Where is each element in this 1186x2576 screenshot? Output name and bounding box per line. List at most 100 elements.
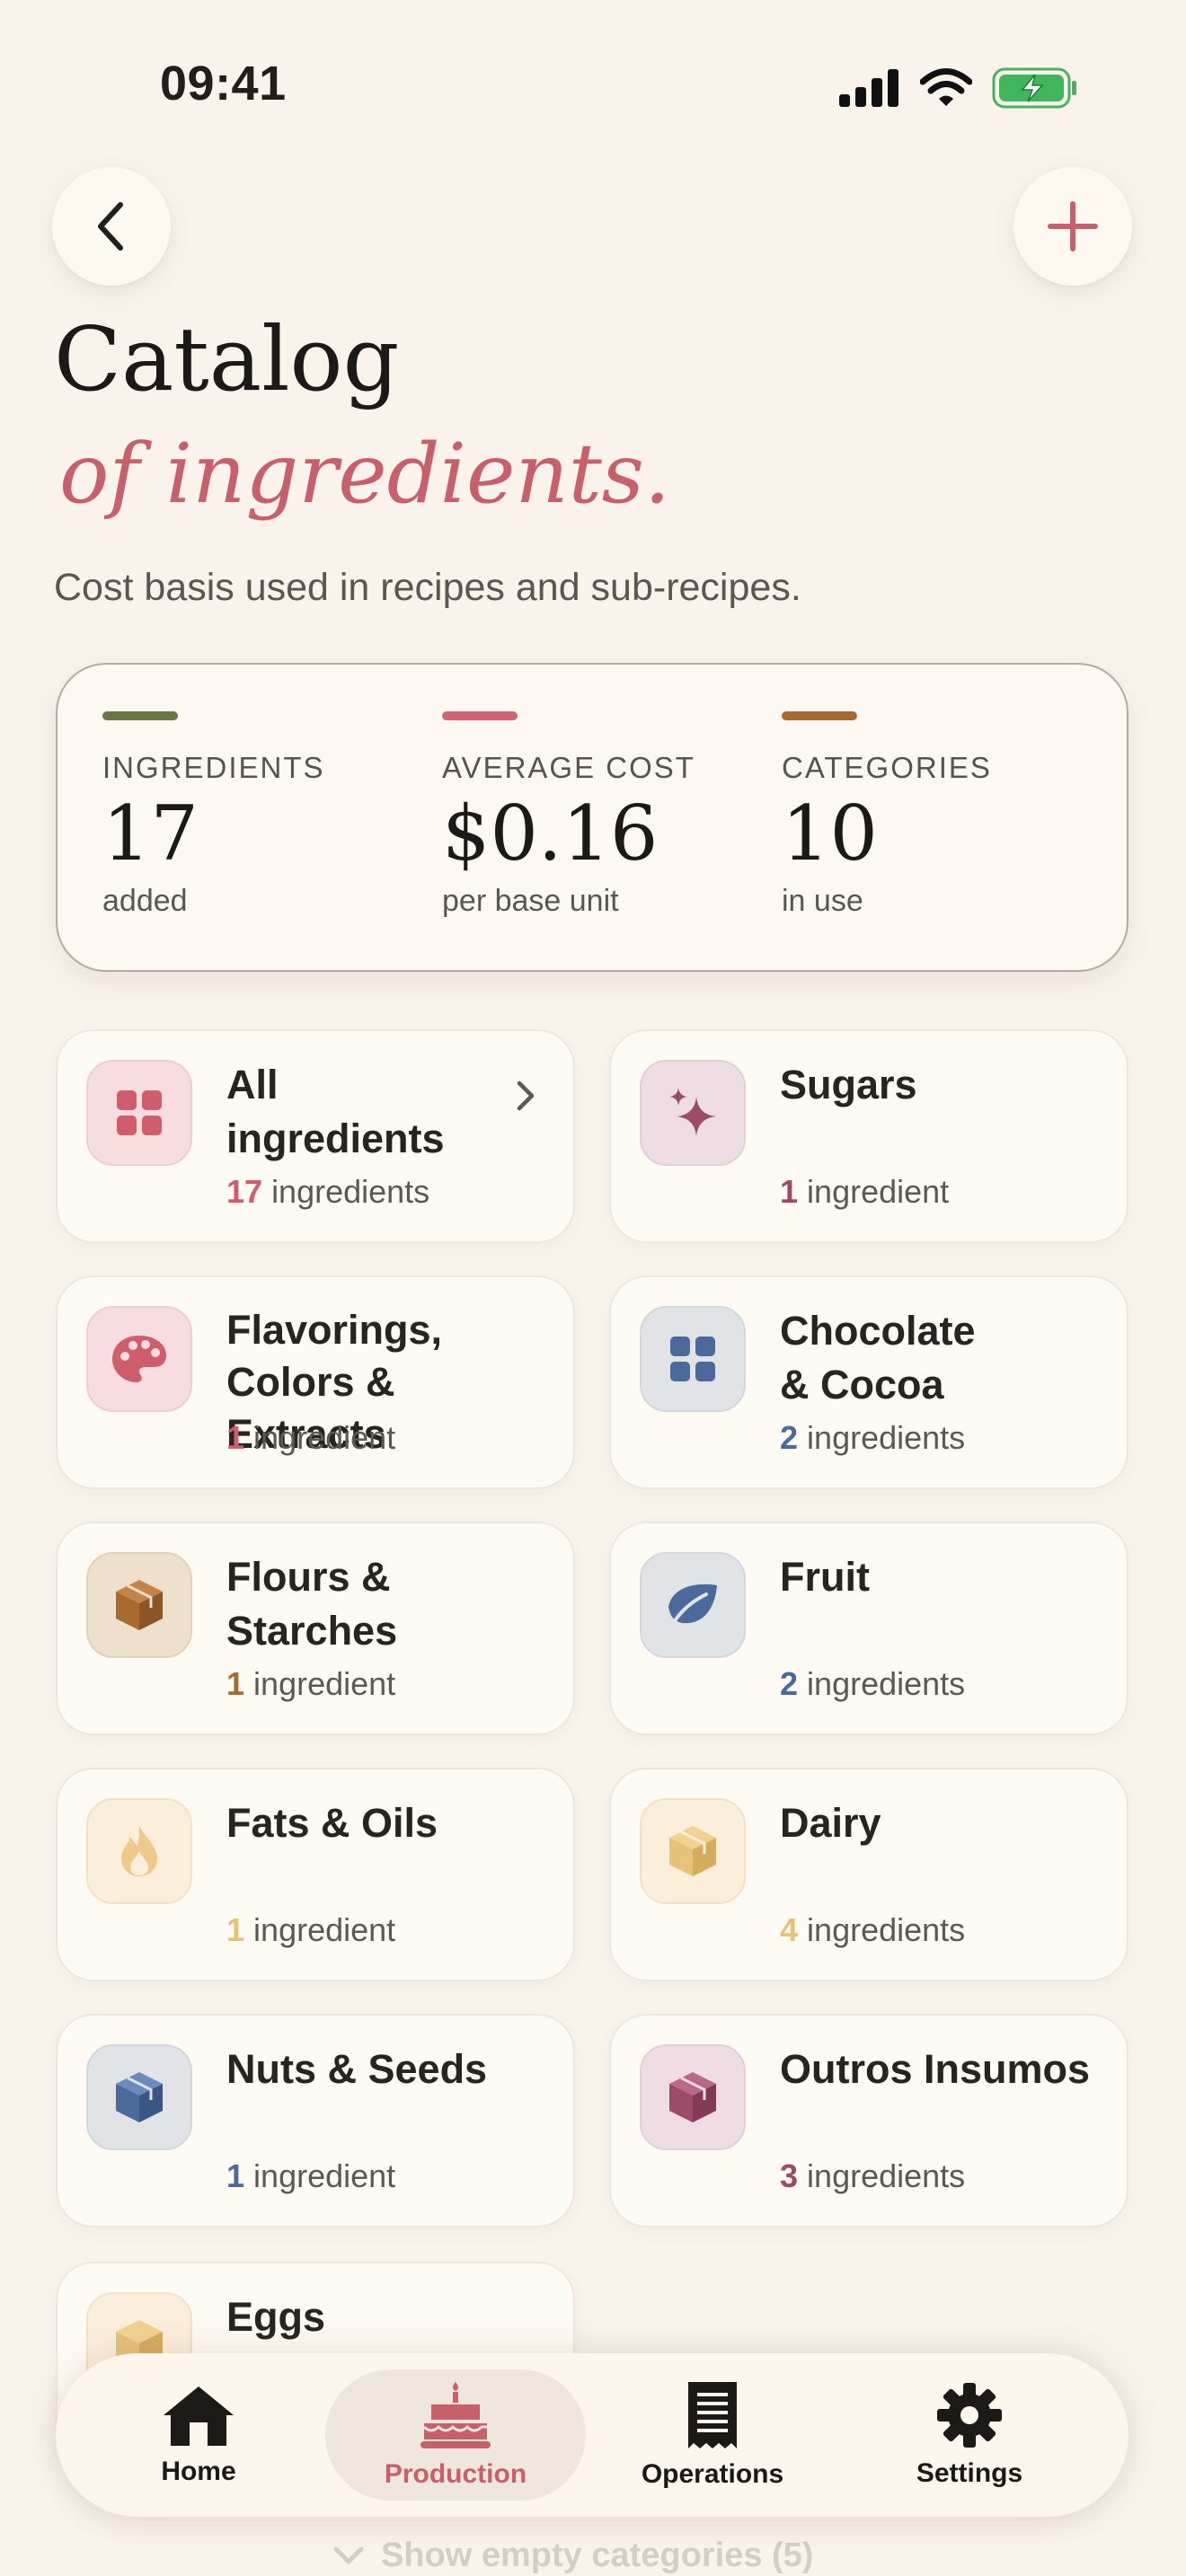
category-tile xyxy=(640,1060,746,1166)
grid-icon xyxy=(670,1337,715,1381)
nav-operations[interactable]: Operations xyxy=(582,2369,843,2501)
stat-value: 17 xyxy=(102,790,199,878)
count-number: 2 xyxy=(780,1419,799,1456)
category-tile xyxy=(640,2044,746,2150)
count-number: 2 xyxy=(780,1665,799,1702)
box-icon xyxy=(116,2072,163,2122)
category-tile xyxy=(640,1798,746,1904)
category-tile xyxy=(640,1552,746,1658)
category-card-nuts-seeds[interactable]: Nuts & Seeds 1 ingredient xyxy=(56,2014,575,2228)
category-count: 1 ingredient xyxy=(226,1665,395,1703)
category-card-outros-insumos[interactable]: Outros Insumos 3 ingredients xyxy=(609,2014,1128,2228)
category-tile xyxy=(86,1060,192,1166)
nav-label: Home xyxy=(161,2457,236,2486)
category-name: Fats & Oils xyxy=(226,1800,438,1846)
category-tile xyxy=(86,1798,192,1904)
category-tile xyxy=(640,1306,746,1412)
category-card-flavorings[interactable]: Flavorings, Colors & Extracts 1 ingredie… xyxy=(56,1275,575,1489)
back-button[interactable] xyxy=(52,167,171,286)
category-count: 1 ingredient xyxy=(226,1419,395,1457)
count-number: 17 xyxy=(226,1173,263,1210)
add-ingredient-button[interactable] xyxy=(1013,167,1132,286)
stat-sub: per base unit xyxy=(442,884,619,919)
nav-label: Settings xyxy=(916,2458,1023,2488)
home-icon xyxy=(164,2386,234,2446)
stat-label: INGREDIENTS xyxy=(102,751,325,784)
count-number: 1 xyxy=(226,2157,245,2194)
category-name: Nuts & Seeds xyxy=(226,2046,488,2092)
category-count: 17 ingredients xyxy=(226,1173,429,1211)
nav-label: Operations xyxy=(641,2459,784,2489)
cake-icon xyxy=(420,2382,491,2448)
category-name: Eggs xyxy=(226,2294,326,2340)
stat-accent-bar xyxy=(442,711,518,720)
stat-value: $0.16 xyxy=(442,790,659,878)
count-number: 1 xyxy=(226,1419,245,1456)
nav-production[interactable]: Production xyxy=(325,2369,586,2501)
count-number: 3 xyxy=(780,2157,799,2194)
category-count: 2 ingredients xyxy=(780,1419,965,1457)
count-unit: ingredients xyxy=(271,1173,430,1210)
category-card-sugars[interactable]: Sugars 1 ingredient xyxy=(609,1029,1128,1243)
category-tile xyxy=(86,1306,192,1412)
category-card-chocolate[interactable]: Chocolate & Cocoa 2 ingredients xyxy=(609,1275,1128,1489)
nav-home[interactable]: Home xyxy=(68,2369,329,2501)
count-number: 1 xyxy=(226,1911,245,1948)
stat-label: AVERAGE COST xyxy=(442,751,695,784)
category-tile xyxy=(86,2044,192,2150)
stats-card: INGREDIENTS 17 added AVERAGE COST $0.16 … xyxy=(56,663,1128,972)
category-card-fruit[interactable]: Fruit 2 ingredients xyxy=(609,1522,1128,1735)
count-unit: ingredients xyxy=(807,1665,966,1702)
category-card-all-ingredients[interactable]: All ingredients 17 ingredients xyxy=(56,1029,575,1243)
category-card-dairy[interactable]: Dairy 4 ingredients xyxy=(609,1768,1128,1981)
stat-accent-bar xyxy=(102,711,178,720)
count-unit: ingredient xyxy=(253,1419,396,1456)
box-icon xyxy=(669,2072,716,2122)
category-count: 1 ingredient xyxy=(780,1173,949,1211)
wifi-icon xyxy=(920,68,972,106)
battery-icon xyxy=(992,67,1076,109)
category-count: 4 ingredients xyxy=(780,1911,965,1949)
nav-settings[interactable]: Settings xyxy=(839,2369,1100,2501)
page-title: Catalog xyxy=(54,309,400,411)
show-empty-categories-button[interactable]: Show empty categories (5) xyxy=(332,2536,813,2575)
category-card-fats-oils[interactable]: Fats & Oils 1 ingredient xyxy=(56,1768,575,1981)
category-card-flours[interactable]: Flours & Starches 1 ingredient xyxy=(56,1522,575,1735)
category-name: Chocolate & Cocoa xyxy=(780,1308,976,1407)
category-count: 1 ingredient xyxy=(226,2157,395,2195)
palette-icon xyxy=(112,1336,166,1382)
stat-categories: CATEGORIES 10 in use xyxy=(782,711,992,919)
page-subtitle: Cost basis used in recipes and sub-recip… xyxy=(54,566,801,609)
chevron-left-icon xyxy=(98,202,123,251)
show-empty-label: Show empty categories (5) xyxy=(381,2536,814,2574)
status-time: 09:41 xyxy=(160,57,287,110)
box-icon xyxy=(116,1580,163,1630)
stat-ingredients: INGREDIENTS 17 added xyxy=(102,711,325,919)
stat-accent-bar xyxy=(782,711,857,720)
count-unit: ingredient xyxy=(253,1911,396,1948)
gear-icon xyxy=(937,2383,1002,2448)
stat-value: 10 xyxy=(782,790,878,878)
stat-label: CATEGORIES xyxy=(782,751,992,784)
bottom-nav: Home Production Operations Settings xyxy=(56,2353,1128,2517)
plus-icon xyxy=(1048,201,1098,251)
category-name: All ingredients xyxy=(226,1062,445,1161)
status-icons xyxy=(839,63,1078,113)
count-unit: ingredients xyxy=(807,2157,966,2194)
stat-sub: in use xyxy=(782,884,863,919)
count-unit: ingredients xyxy=(807,1911,966,1948)
count-number: 1 xyxy=(780,1173,799,1210)
stat-sub: added xyxy=(102,884,188,919)
count-unit: ingredients xyxy=(807,1419,966,1456)
stat-average-cost: AVERAGE COST $0.16 per base unit xyxy=(442,711,695,919)
flame-icon xyxy=(121,1826,157,1876)
leaf-icon xyxy=(668,1584,717,1627)
category-name: Sugars xyxy=(780,1062,917,1107)
category-count: 3 ingredients xyxy=(780,2157,965,2195)
count-number: 4 xyxy=(780,1911,799,1948)
category-name: Flours & Starches xyxy=(226,1554,398,1654)
page-title-accent: of ingredients. xyxy=(59,426,671,522)
nav-label: Production xyxy=(384,2459,527,2489)
count-unit: ingredient xyxy=(253,1665,396,1702)
count-number: 1 xyxy=(226,1665,245,1702)
